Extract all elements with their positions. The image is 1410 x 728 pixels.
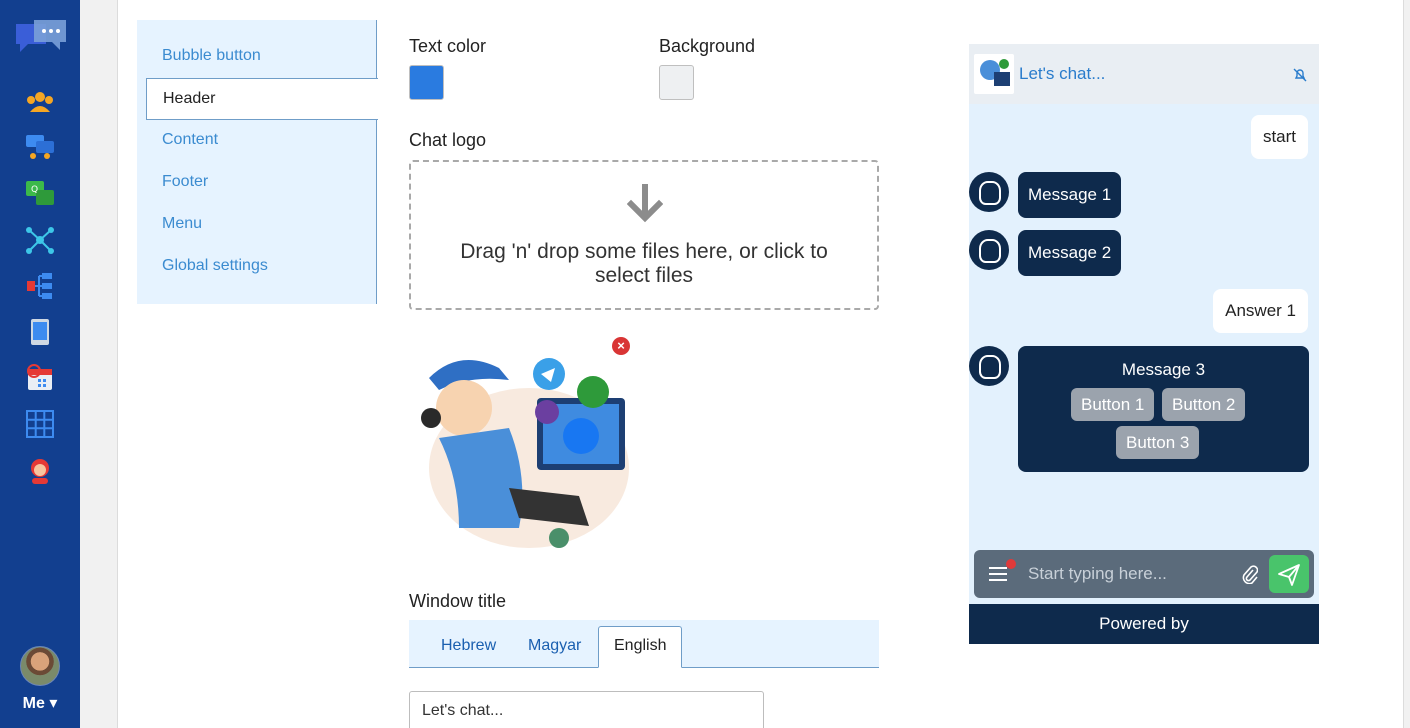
settings-menu: Bubble button Header Content Footer Menu… [137,20,378,304]
card-message-title: Message 3 [1121,360,1206,379]
tab-magyar[interactable]: Magyar [528,628,581,668]
tablet-icon[interactable] [24,316,56,348]
grid-icon[interactable] [24,408,56,440]
avatar[interactable] [20,646,60,686]
chat-logo-label: Chat logo [409,130,487,150]
send-icon [1278,564,1300,586]
chat-header-logo [974,54,1014,94]
language-tabs: Hebrew Magyar English [409,620,879,668]
user-message: start [1250,115,1308,159]
logo-dropzone[interactable]: Drag 'n' drop some files here, or click … [409,160,879,310]
text-color-label: Text color [409,36,487,56]
quick-reply-button-3[interactable]: Button 3 [1116,426,1200,459]
powered-by-footer: Powered by [969,604,1319,644]
svg-text:Q: Q [31,185,38,195]
bot-message: Message 1 [1018,172,1122,218]
paperclip-icon[interactable] [1240,564,1258,584]
user-message: Answer 1 [1213,289,1308,333]
menu-item-footer[interactable]: Footer [137,161,377,203]
notification-dot [1006,559,1016,569]
qa-icon[interactable]: Q [24,178,56,210]
chat-preview: Let's chat... start Message 1 Message 2 … [969,44,1319,644]
network-icon[interactable] [24,224,56,256]
background-color-swatch[interactable] [659,65,694,100]
remove-logo-icon[interactable]: × [612,337,630,355]
send-button[interactable] [1269,555,1309,593]
message-composer [974,550,1314,598]
menu-item-content[interactable]: Content [137,119,377,161]
menu-item-header[interactable]: Header [146,78,378,120]
chat-header: Let's chat... [969,44,1319,104]
window-title-input[interactable] [409,691,764,728]
bot-avatar [969,346,1009,386]
dropzone-text: Drag 'n' drop some files here, or click … [460,240,828,287]
bot-avatar [969,172,1009,212]
flow-icon[interactable] [24,270,56,302]
background-label: Background [659,36,756,56]
team-icon[interactable] [24,86,56,118]
chat-users-icon[interactable] [24,132,56,164]
bot-avatar [969,230,1009,270]
menu-item-global-settings[interactable]: Global settings [137,245,377,287]
quick-reply-button-2[interactable]: Button 2 [1162,388,1246,421]
window-title-label: Window title [409,591,507,611]
menu-icon[interactable] [988,565,1008,583]
text-color-swatch[interactable] [409,65,444,100]
bell-off-icon[interactable] [1293,68,1307,82]
arrow-down-icon [627,184,663,223]
chat-title: Let's chat... [1019,64,1106,83]
tab-hebrew[interactable]: Hebrew [441,628,496,668]
chat-logo-preview [421,358,629,548]
calendar-icon[interactable] [24,362,56,394]
menu-item-menu[interactable]: Menu [137,203,377,245]
bot-card-message: Message 3 Button 1 Button 2 Button 3 [1018,346,1309,472]
bot-message: Message 2 [1018,230,1122,276]
app-logo-icon[interactable] [14,18,68,58]
app-rail: Q Me ▾ [0,0,80,728]
menu-item-bubble-button[interactable]: Bubble button [137,35,377,77]
user-support-icon[interactable] [24,454,56,486]
tab-english[interactable]: English [598,626,683,668]
me-menu[interactable]: Me ▾ [0,693,80,713]
quick-reply-button-1[interactable]: Button 1 [1071,388,1155,421]
message-input[interactable] [1028,557,1228,591]
